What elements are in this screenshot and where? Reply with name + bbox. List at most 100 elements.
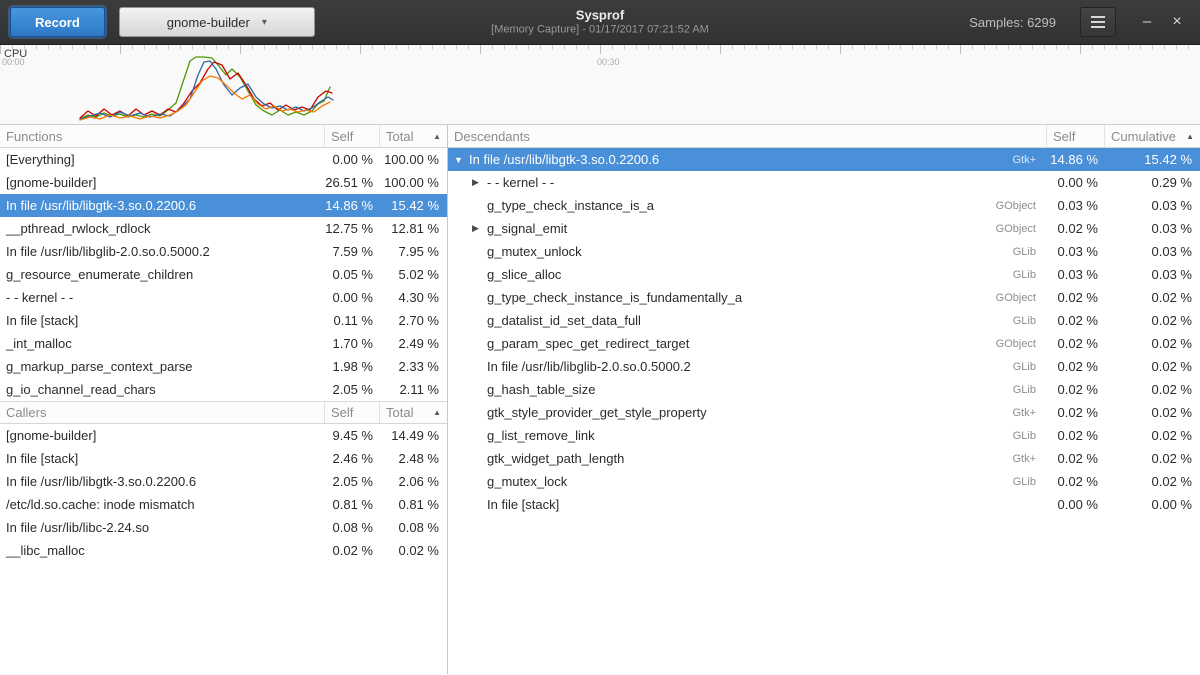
functions-row[interactable]: g_resource_enumerate_children0.05 %5.02 … [0,263,447,286]
descendants-row[interactable]: g_param_spec_get_redirect_targetGObject0… [448,332,1200,355]
descendants-row[interactable]: ▶- - kernel - -0.00 %0.29 % [448,171,1200,194]
expander-closed-icon[interactable]: ▶ [472,177,487,188]
expander-closed-icon[interactable]: ▶ [472,223,487,234]
callers-row[interactable]: In file [stack]2.46 %2.48 % [0,447,447,470]
function-name: __libc_malloc [6,543,85,558]
total-percent: 2.11 % [379,382,447,397]
descendants-row[interactable]: g_slice_allocGLib0.03 %0.03 % [448,263,1200,286]
function-name-cell: gtk_widget_path_lengthGtk+ [448,451,1046,466]
self-percent: 0.02 % [1046,451,1104,466]
header-right-group: Samples: 6299 – × [969,7,1192,37]
descendants-row[interactable]: In file [stack]0.00 %0.00 % [448,493,1200,516]
descendants-row[interactable]: g_mutex_unlockGLib0.03 %0.03 % [448,240,1200,263]
function-name: In file /usr/lib/libc-2.24.so [6,520,149,535]
function-name-cell: g_list_remove_linkGLib [448,428,1046,443]
callers-row[interactable]: In file /usr/lib/libgtk-3.so.0.2200.62.0… [0,470,447,493]
function-name-cell: g_datalist_id_set_data_fullGLib [448,313,1046,328]
library-label: GLib [1013,315,1046,327]
functions-column-header[interactable]: Functions [0,125,324,147]
callers-self-column-header[interactable]: Self [324,402,379,423]
function-name: In file /usr/lib/libgtk-3.so.0.2200.6 [469,152,659,167]
function-name-cell: ▼In file /usr/lib/libgtk-3.so.0.2200.6Gt… [448,152,1046,167]
function-name-cell: In file [stack] [0,451,324,466]
function-name: - - kernel - - [487,175,554,190]
target-selector-dropdown[interactable]: gnome-builder ▾ [119,7,315,37]
functions-row[interactable]: In file /usr/lib/libglib-2.0.so.0.5000.2… [0,240,447,263]
menu-button[interactable] [1080,7,1116,37]
functions-row[interactable]: In file [stack]0.11 %2.70 % [0,309,447,332]
function-name-cell: g_hash_table_sizeGLib [448,382,1046,397]
close-button[interactable]: × [1162,7,1192,37]
function-name: g_type_check_instance_is_a [487,198,654,213]
descendants-row[interactable]: ▶g_signal_emitGObject0.02 %0.03 % [448,217,1200,240]
functions-row[interactable]: [Everything]0.00 %100.00 % [0,148,447,171]
callers-column-header[interactable]: Callers [0,402,324,423]
cumulative-percent: 0.02 % [1104,359,1200,374]
functions-row[interactable]: - - kernel - - 0.00 %4.30 % [0,286,447,309]
descendants-row[interactable]: g_datalist_id_set_data_fullGLib0.02 %0.0… [448,309,1200,332]
descendants-table-header: Descendants Self Cumulative ▲ [448,125,1200,148]
total-column-header[interactable]: Total ▲ [379,125,447,147]
function-name-cell: g_resource_enumerate_children [0,267,324,282]
main-content: Functions Self Total ▲ [Everything]0.00 … [0,125,1200,674]
self-column-header[interactable]: Self [324,125,379,147]
total-percent: 2.48 % [379,451,447,466]
library-label: GObject [996,292,1046,304]
function-name: In file /usr/lib/libgtk-3.so.0.2200.6 [6,474,196,489]
record-button[interactable]: Record [10,7,105,37]
callers-table-header: Callers Self Total ▲ [0,401,447,424]
functions-row[interactable]: g_io_channel_read_chars2.05 %2.11 % [0,378,447,401]
cumulative-percent: 0.03 % [1104,198,1200,213]
function-name: In file /usr/lib/libglib-2.0.so.0.5000.2 [487,359,691,374]
sort-indicator-icon: ▲ [427,408,441,417]
functions-row[interactable]: _int_malloc1.70 %2.49 % [0,332,447,355]
self-percent: 0.00 % [1046,497,1104,512]
descendants-row[interactable]: g_mutex_lockGLib0.02 %0.02 % [448,470,1200,493]
function-name: - - kernel - - [6,290,73,305]
total-percent: 15.42 % [379,198,447,213]
callers-row[interactable]: /etc/ld.so.cache: inode mismatch0.81 %0.… [0,493,447,516]
function-name: g_signal_emit [487,221,567,236]
function-name: In file /usr/lib/libglib-2.0.so.0.5000.2 [6,244,210,259]
cpu-graph-area[interactable]: CPU 00:00 00:30 [0,45,1200,125]
function-name: _int_malloc [6,336,72,351]
descendants-row[interactable]: In file /usr/lib/libglib-2.0.so.0.5000.2… [448,355,1200,378]
descendants-column-label: Descendants [454,129,530,144]
callers-row[interactable]: __libc_malloc0.02 %0.02 % [0,539,447,562]
functions-row[interactable]: g_markup_parse_context_parse1.98 %2.33 % [0,355,447,378]
descendants-row[interactable]: g_list_remove_linkGLib0.02 %0.02 % [448,424,1200,447]
function-name: g_type_check_instance_is_fundamentally_a [487,290,742,305]
self-percent: 7.59 % [324,244,379,259]
self-percent: 14.86 % [324,198,379,213]
expander-open-icon[interactable]: ▼ [454,155,469,165]
minimize-button[interactable]: – [1132,7,1162,37]
descendants-row[interactable]: g_type_check_instance_is_aGObject0.03 %0… [448,194,1200,217]
self-percent: 2.46 % [324,451,379,466]
functions-row[interactable]: In file /usr/lib/libgtk-3.so.0.2200.614.… [0,194,447,217]
cumulative-column-header[interactable]: Cumulative ▲ [1104,125,1200,147]
self-percent: 0.03 % [1046,267,1104,282]
self-percent: 26.51 % [324,175,379,190]
callers-row[interactable]: [gnome-builder]9.45 %14.49 % [0,424,447,447]
total-percent: 4.30 % [379,290,447,305]
descendants-row[interactable]: gtk_widget_path_lengthGtk+0.02 %0.02 % [448,447,1200,470]
self-percent: 0.00 % [324,290,379,305]
descendants-row[interactable]: g_type_check_instance_is_fundamentally_a… [448,286,1200,309]
self-percent: 0.02 % [324,543,379,558]
function-name-cell: g_mutex_unlockGLib [448,244,1046,259]
function-name-cell: In file [stack] [0,313,324,328]
functions-row[interactable]: __pthread_rwlock_rdlock12.75 %12.81 % [0,217,447,240]
callers-row[interactable]: In file /usr/lib/libc-2.24.so0.08 %0.08 … [0,516,447,539]
total-percent: 0.08 % [379,520,447,535]
library-label: GObject [996,200,1046,212]
cpu-line-red [80,62,332,118]
descendants-row[interactable]: ▼In file /usr/lib/libgtk-3.so.0.2200.6Gt… [448,148,1200,171]
descendants-row[interactable]: g_hash_table_sizeGLib0.02 %0.02 % [448,378,1200,401]
total-percent: 2.33 % [379,359,447,374]
callers-total-column-header[interactable]: Total ▲ [379,402,447,423]
descendants-column-header[interactable]: Descendants [448,125,1046,147]
descendants-self-column-header[interactable]: Self [1046,125,1104,147]
descendants-row[interactable]: gtk_style_provider_get_style_propertyGtk… [448,401,1200,424]
functions-row[interactable]: [gnome-builder]26.51 %100.00 % [0,171,447,194]
function-name-cell: /etc/ld.so.cache: inode mismatch [0,497,324,512]
